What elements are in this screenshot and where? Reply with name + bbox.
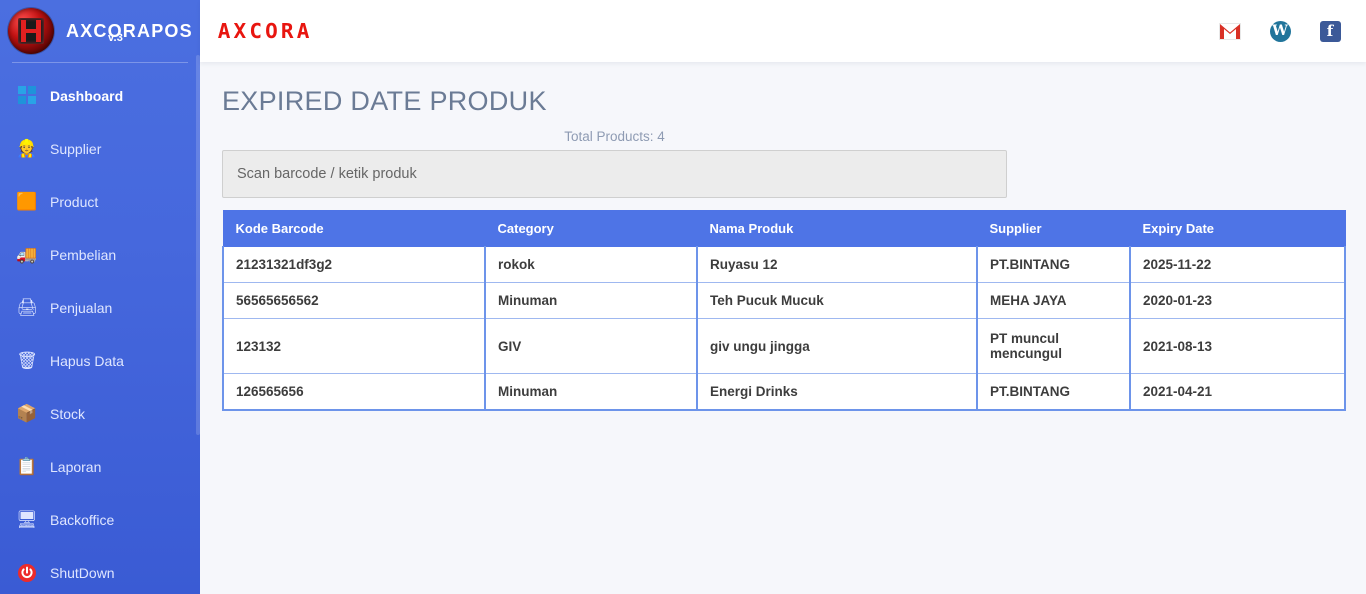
cell-nama-produk: Ruyasu 12 <box>696 246 978 283</box>
app-root: AXCORAPOS v.3 Dashboard 👷 Supplier 🟧 Pro… <box>0 0 1366 594</box>
cell-expiry-date: 2021-08-13 <box>1129 318 1346 374</box>
table-row[interactable]: 123132 GIV giv ungu jingga PT muncul men… <box>222 318 1346 374</box>
cell-expiry-date: 2020-01-23 <box>1129 282 1346 319</box>
supplier-worker-icon: 👷 <box>16 139 38 158</box>
sidebar-item-label: Hapus Data <box>50 352 124 369</box>
column-header-supplier[interactable]: Supplier <box>976 210 1131 247</box>
sidebar-item-penjualan[interactable]: 🖨 Penjualan <box>0 281 200 334</box>
total-products-label: Total Products: 4 <box>564 129 665 144</box>
table-head: Kode Barcode Category Nama Produk Suppli… <box>222 210 1346 247</box>
cell-expiry-date: 2021-04-21 <box>1129 373 1346 411</box>
sidebar-item-label: ShutDown <box>50 564 115 581</box>
table-body: 21231321df3g2 rokok Ruyasu 12 PT.BINTANG… <box>222 246 1346 411</box>
column-header-kode-barcode[interactable]: Kode Barcode <box>222 210 486 247</box>
open-box-icon: 📦 <box>16 404 38 423</box>
cell-kode-barcode: 123132 <box>222 318 486 374</box>
windows-icon <box>14 85 40 107</box>
cell-nama-produk: Teh Pucuk Mucuk <box>696 282 978 319</box>
column-header-category[interactable]: Category <box>484 210 698 247</box>
sidebar-item-label: Backoffice <box>50 511 115 528</box>
cell-supplier: PT muncul mencungul <box>976 318 1131 374</box>
sidebar-item-label: Stock <box>50 405 86 422</box>
topbar-icon-group: W f <box>1218 19 1342 43</box>
table-row[interactable]: 126565656 Minuman Energi Drinks PT.BINTA… <box>222 373 1346 411</box>
cell-category: GIV <box>484 318 698 374</box>
sidebar-item-label: Supplier <box>50 140 102 157</box>
cell-supplier: PT.BINTANG <box>976 246 1131 283</box>
sidebar-item-label: Dashboard <box>50 87 124 104</box>
trash-bin-icon: 🗑 <box>16 351 38 370</box>
main-area: AXCORA W f EXPIRED DATE PRODUK Total Pro… <box>200 0 1366 594</box>
page-title: EXPIRED DATE PRODUK <box>222 86 547 116</box>
desktop-monitor-icon: 🖥 <box>16 510 38 529</box>
delivery-truck-icon: 🚚 <box>16 245 38 264</box>
cell-kode-barcode: 126565656 <box>222 373 486 411</box>
sidebar-item-hapus-data[interactable]: 🗑 Hapus Data <box>0 334 200 387</box>
brand-version: v.3 <box>108 31 124 44</box>
sidebar-item-label: Penjualan <box>50 299 113 316</box>
sidebar-item-dashboard[interactable]: Dashboard <box>0 69 200 122</box>
cell-nama-produk: Energi Drinks <box>696 373 978 411</box>
table-row[interactable]: 21231321df3g2 rokok Ruyasu 12 PT.BINTANG… <box>222 246 1346 283</box>
expired-products-table: Kode Barcode Category Nama Produk Suppli… <box>222 210 1346 411</box>
sidebar-item-stock[interactable]: 📦 Stock <box>0 387 200 440</box>
cell-expiry-date: 2025-11-22 <box>1129 246 1346 283</box>
table-row[interactable]: 56565656562 Minuman Teh Pucuk Mucuk MEHA… <box>222 282 1346 319</box>
table-header-row: Kode Barcode Category Nama Produk Suppli… <box>222 210 1346 247</box>
sidebar-item-label: Laporan <box>50 458 102 475</box>
cash-register-icon: 🖨 <box>16 298 38 317</box>
cell-category: Minuman <box>484 282 698 319</box>
sidebar-item-laporan[interactable]: 📋 Laporan <box>0 440 200 493</box>
search-box[interactable] <box>222 150 1007 198</box>
sidebar-item-supplier[interactable]: 👷 Supplier <box>0 122 200 175</box>
sidebar-item-pembelian[interactable]: 🚚 Pembelian <box>0 228 200 281</box>
cell-category: Minuman <box>484 373 698 411</box>
topbar: AXCORA W f <box>200 0 1366 62</box>
sidebar-item-label: Product <box>50 193 99 210</box>
cell-category: rokok <box>484 246 698 283</box>
cell-nama-produk: giv ungu jingga <box>696 318 978 374</box>
facebook-icon[interactable]: f <box>1318 19 1342 43</box>
page-content: EXPIRED DATE PRODUK Total Products: 4 Ko… <box>200 62 1366 594</box>
gmail-icon[interactable] <box>1218 19 1242 43</box>
axcora-disc-logo <box>8 8 54 54</box>
sidebar: AXCORAPOS v.3 Dashboard 👷 Supplier 🟧 Pro… <box>0 0 200 594</box>
cell-supplier: PT.BINTANG <box>976 373 1131 411</box>
cell-kode-barcode: 56565656562 <box>222 282 486 319</box>
sidebar-item-product[interactable]: 🟧 Product <box>0 175 200 228</box>
sidebar-nav: Dashboard 👷 Supplier 🟧 Product 🚚 Pembeli… <box>0 63 200 594</box>
power-off-icon <box>14 562 40 584</box>
axcora-wordmark: AXCORA <box>217 19 313 43</box>
sidebar-item-shutdown[interactable]: ShutDown <box>0 546 200 594</box>
sidebar-scrollbar[interactable] <box>196 55 200 435</box>
wordpress-icon[interactable]: W <box>1268 19 1292 43</box>
sidebar-item-label: Pembelian <box>50 246 117 263</box>
brand-title: AXCORAPOS <box>66 20 193 41</box>
column-header-nama-produk[interactable]: Nama Produk <box>696 210 978 247</box>
cell-supplier: MEHA JAYA <box>976 282 1131 319</box>
sidebar-item-backoffice[interactable]: 🖥 Backoffice <box>0 493 200 546</box>
package-box-icon: 🟧 <box>16 192 38 211</box>
cell-kode-barcode: 21231321df3g2 <box>222 246 486 283</box>
column-header-expiry-date[interactable]: Expiry Date <box>1129 210 1346 247</box>
sidebar-brand[interactable]: AXCORAPOS v.3 <box>0 0 200 62</box>
clipboard-report-icon: 📋 <box>16 457 38 476</box>
search-input[interactable] <box>237 151 992 197</box>
